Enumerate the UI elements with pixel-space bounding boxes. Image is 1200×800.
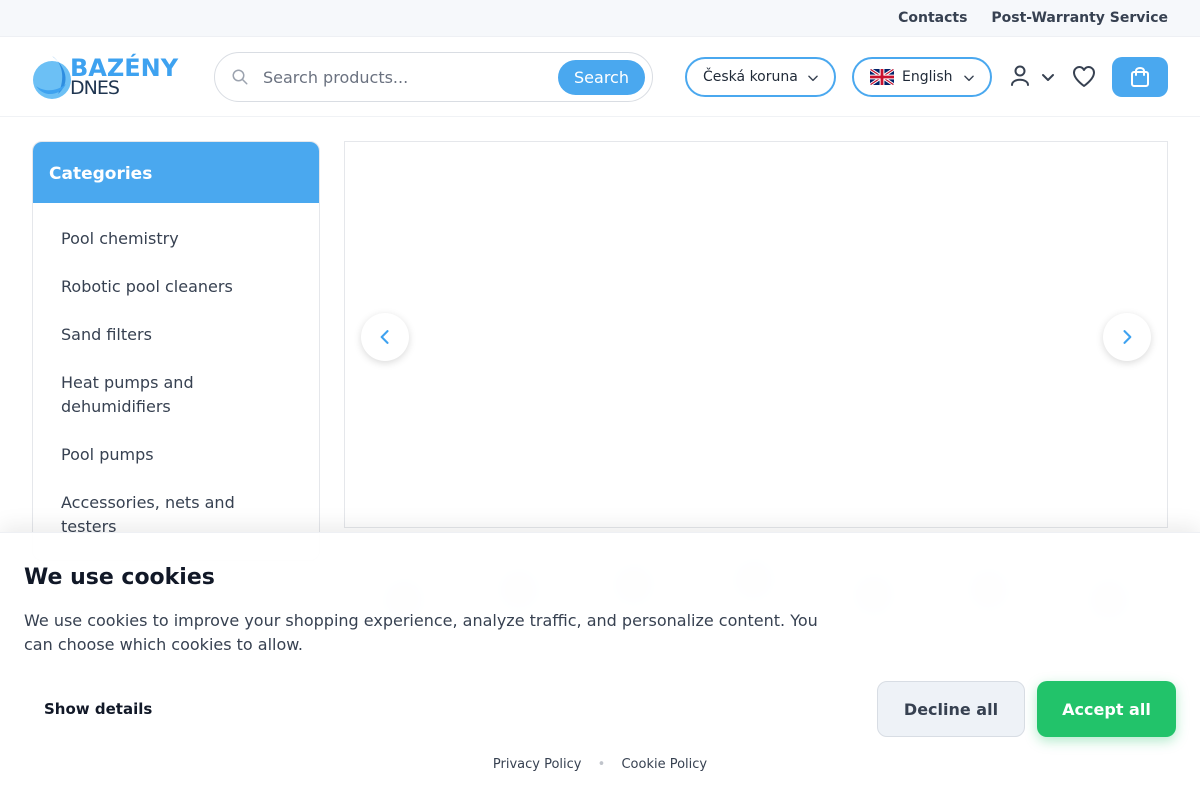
logo-drop-icon: [33, 55, 71, 99]
wishlist-heart-icon[interactable]: [1072, 57, 1096, 97]
policy-links: Privacy Policy • Cookie Policy: [0, 757, 1200, 772]
currency-select[interactable]: Česká koruna: [685, 57, 836, 97]
search-input[interactable]: [263, 63, 553, 91]
search-icon: [232, 69, 248, 85]
contacts-link[interactable]: Contacts: [898, 10, 967, 26]
shopping-bag-icon: [1131, 67, 1149, 87]
uk-flag-icon: [870, 69, 894, 85]
post-warranty-link[interactable]: Post-Warranty Service: [991, 10, 1168, 26]
currency-selected: Česká koruna: [703, 69, 798, 85]
site-header: BAZÉNY DNES Search Česká koruna English: [0, 37, 1200, 117]
accept-all-button[interactable]: Accept all: [1037, 681, 1176, 737]
category-item-sand-filters[interactable]: Sand filters: [33, 311, 319, 359]
search-bar: Search: [214, 52, 653, 102]
separator-dot: •: [597, 757, 606, 772]
cookie-description: We use cookies to improve your shopping …: [24, 611, 818, 654]
cart-button[interactable]: [1112, 57, 1168, 97]
top-bar: Contacts Post-Warranty Service: [0, 0, 1200, 37]
logo-line1: BAZÉNY: [70, 53, 179, 82]
category-list: Pool chemistry Robotic pool cleaners San…: [33, 203, 319, 551]
cookie-title: We use cookies: [24, 565, 215, 590]
chevron-down-icon: [964, 75, 974, 82]
user-account-icon[interactable]: [1010, 57, 1056, 97]
cookie-policy-link[interactable]: Cookie Policy: [621, 757, 707, 772]
chevron-down-icon: [808, 75, 818, 82]
search-button[interactable]: Search: [558, 60, 645, 95]
categories-title: Categories: [33, 142, 319, 203]
category-item-pool-pumps[interactable]: Pool pumps: [33, 431, 319, 479]
language-selected: English: [902, 69, 953, 85]
category-item-pool-chemistry[interactable]: Pool chemistry: [33, 215, 319, 263]
categories-sidebar: Categories Pool chemistry Robotic pool c…: [32, 141, 320, 561]
show-details-button[interactable]: Show details: [44, 700, 152, 718]
carousel-next-button[interactable]: [1103, 313, 1151, 361]
category-item-heat-pumps[interactable]: Heat pumps and dehumidifiers: [33, 359, 319, 431]
category-item-robotic-cleaners[interactable]: Robotic pool cleaners: [33, 263, 319, 311]
language-select[interactable]: English: [852, 57, 992, 97]
carousel-prev-button[interactable]: [361, 313, 409, 361]
privacy-policy-link[interactable]: Privacy Policy: [493, 757, 582, 772]
banner-carousel: [344, 141, 1168, 528]
chevron-left-icon: [380, 330, 389, 344]
cookie-consent-banner: We use cookies We use cookies to improve…: [0, 532, 1200, 800]
chevron-right-icon: [1123, 330, 1132, 344]
decline-all-button[interactable]: Decline all: [877, 681, 1025, 737]
site-logo[interactable]: BAZÉNY DNES: [32, 52, 182, 102]
